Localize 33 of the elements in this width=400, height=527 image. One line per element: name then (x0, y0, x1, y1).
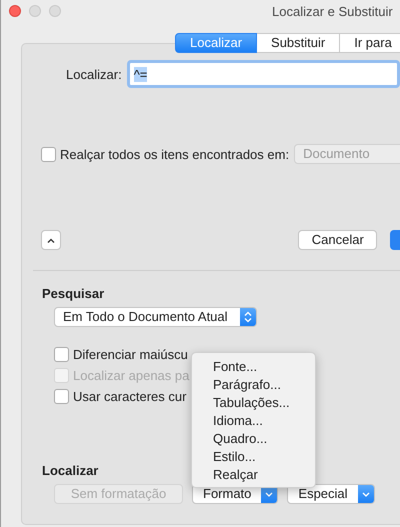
window-title: Localizar e Substituir (272, 4, 393, 18)
checkbox[interactable] (54, 346, 69, 362)
chevron-up-icon (47, 238, 56, 242)
menu-item[interactable]: Idioma... (192, 412, 315, 430)
menu-item[interactable]: Quadro... (192, 430, 315, 448)
tab[interactable]: Substituir (257, 33, 340, 53)
menu-item[interactable]: Parágrafo... (192, 376, 315, 394)
format-button[interactable]: Especial (287, 484, 375, 504)
search-scope-select[interactable]: Em Todo o Documento Atual (54, 307, 257, 327)
section-heading: Localizar (42, 463, 98, 478)
menu-item[interactable]: Fonte... (192, 358, 315, 376)
find-field[interactable]: ^= (126, 60, 400, 88)
close-button[interactable] (9, 5, 21, 17)
chevron-down-icon (362, 492, 370, 496)
checkbox-label: Usar caracteres cur (73, 388, 186, 404)
field-label: Localizar: (65, 66, 122, 82)
menu-item[interactable]: Realçar (192, 466, 315, 484)
checkbox-label: Realçar todos os itens encontrados em: (60, 146, 290, 162)
zoom-button[interactable] (49, 5, 61, 17)
section-heading: Pesquisar (42, 286, 104, 301)
checkbox[interactable] (41, 146, 56, 162)
checkbox-label: Diferenciar maiúscu (73, 346, 188, 362)
checkbox[interactable] (54, 388, 69, 404)
collapse-button[interactable] (41, 230, 62, 250)
tab[interactable]: Ir para (340, 33, 400, 53)
chevron-down-icon (265, 492, 274, 496)
checkbox-label: Localizar apenas pa (73, 368, 190, 382)
default-button[interactable] (390, 230, 400, 250)
menu-item[interactable]: Estilo... (192, 448, 315, 466)
cancel-button[interactable]: Cancelar (298, 230, 378, 250)
up-down-arrows-icon (244, 311, 252, 323)
minimize-button[interactable] (29, 5, 41, 17)
menu-item[interactable]: Tabulações... (192, 394, 315, 412)
